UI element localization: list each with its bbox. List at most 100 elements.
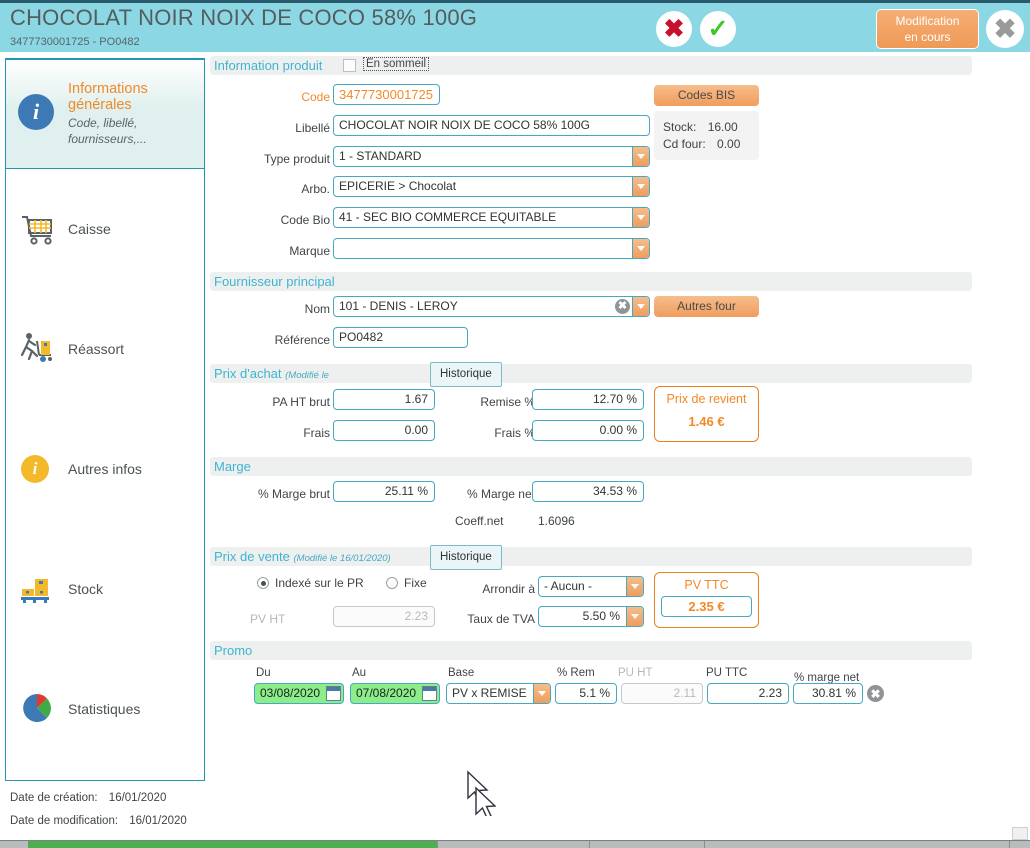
tva-select[interactable]: 5.50 % — [538, 606, 644, 627]
sidebar-item-autres-infos[interactable]: i Autres infos — [6, 409, 204, 529]
window-header: CHOCOLAT NOIR NOIX DE COCO 58% 100G 3477… — [0, 0, 1030, 52]
remise-input[interactable]: 12.70 % — [532, 389, 644, 410]
creation-date-row: Date de création: 16/01/2020 — [10, 792, 187, 804]
radio-fixe[interactable]: Fixe — [386, 576, 427, 590]
historique-achat-button[interactable]: Historique — [430, 362, 502, 387]
arrondir-select[interactable]: - Aucun - — [538, 576, 644, 597]
chevron-down-icon[interactable] — [632, 147, 649, 166]
radio-dot-icon — [257, 577, 269, 589]
arbo-select[interactable]: EPICERIE > Chocolat — [333, 176, 650, 197]
marge-brut-input[interactable]: 25.11 % — [333, 481, 435, 502]
section-modif-note: (Modifié le — [285, 370, 329, 381]
marque-select[interactable] — [333, 238, 650, 259]
promo-pu-ttc-input[interactable]: 2.23 — [707, 683, 789, 704]
info-circle-icon: i — [18, 449, 58, 489]
chevron-down-icon[interactable] — [533, 684, 550, 703]
type-produit-select[interactable]: 1 - STANDARD — [333, 146, 650, 167]
fournisseur-reference-label: Référence — [274, 333, 330, 347]
pa-ht-brut-input[interactable]: 1.67 — [333, 389, 435, 410]
chevron-down-icon[interactable] — [626, 607, 643, 626]
taskbar-segment[interactable] — [590, 841, 705, 848]
code-bio-select[interactable]: 41 - SEC BIO COMMERCE EQUITABLE — [333, 207, 650, 228]
stock-line: Stock: 16.00 — [663, 120, 750, 134]
chevron-down-icon[interactable] — [632, 177, 649, 196]
sidebar-item-reassort[interactable]: Réassort — [6, 289, 204, 409]
promo-base-select[interactable]: PV x REMISE — [446, 683, 551, 704]
section-fournisseur-principal: Fournisseur principal — [210, 272, 972, 291]
sidebar-item-caisse[interactable]: Caisse — [6, 169, 204, 289]
shopping-cart-icon — [18, 209, 58, 249]
promo-du-input[interactable]: 03/08/2020 — [254, 683, 344, 704]
frais-input[interactable]: 0.00 — [333, 420, 435, 441]
frais-pct-input[interactable]: 0.00 % — [532, 420, 644, 441]
autres-four-button[interactable]: Autres four — [654, 296, 759, 317]
tva-label: Taux de TVA — [467, 612, 535, 626]
promo-rem-input[interactable]: 5.1 % — [555, 683, 617, 704]
main-content: Information produit En sommeil Code 3477… — [210, 56, 1022, 756]
promo-du-value: 03/08/2020 — [260, 686, 321, 700]
status-badge[interactable]: Modification en cours — [876, 9, 979, 49]
chevron-down-icon[interactable] — [626, 577, 643, 596]
libelle-input[interactable]: CHOCOLAT NOIR NOIX DE COCO 58% 100G — [333, 115, 650, 136]
libelle-label: Libellé — [295, 121, 330, 135]
close-x-icon: ✖ — [993, 13, 1017, 44]
remise-label: Remise % — [480, 395, 535, 409]
delete-circle-icon[interactable]: ✖ — [867, 685, 884, 702]
taskbar-progress — [28, 841, 438, 848]
reject-button[interactable]: ✖ — [656, 11, 692, 47]
sidebar-item-sub1: Code, libellé, — [68, 116, 138, 130]
modification-date-label: Date de modification: — [10, 815, 119, 827]
pa-ht-brut-label: PA HT brut — [272, 395, 330, 409]
promo-au-input[interactable]: 07/08/2020 — [350, 683, 440, 704]
promo-au-value: 07/08/2020 — [356, 686, 417, 700]
stock-summary-box: Stock: 16.00 Cd four: 0.00 — [654, 111, 759, 160]
radio-fixe-label: Fixe — [404, 576, 427, 590]
fournisseur-reference-input[interactable]: PO0482 — [333, 327, 468, 348]
arbo-value: EPICERIE > Chocolat — [339, 179, 457, 193]
pv-ttc-title: PV TTC — [684, 578, 729, 592]
cd-four-line: Cd four: 0.00 — [663, 137, 750, 151]
tva-value: 5.50 % — [582, 609, 620, 623]
chevron-down-icon[interactable] — [632, 297, 649, 316]
calendar-icon[interactable] — [422, 686, 437, 701]
info-circle-icon: i — [18, 94, 58, 134]
cd-four-value: 0.00 — [717, 137, 741, 151]
promo-marge-net-input[interactable]: 30.81 % — [793, 683, 863, 704]
sidebar-item-stock[interactable]: Stock — [6, 529, 204, 649]
arrondir-label: Arrondir à — [482, 582, 535, 596]
close-button[interactable]: ✖ — [986, 10, 1024, 48]
historique-vente-button[interactable]: Historique — [430, 545, 502, 570]
section-title: Promo — [214, 643, 253, 658]
en-sommeil-checkbox[interactable] — [343, 59, 356, 72]
chevron-down-icon[interactable] — [632, 208, 649, 227]
taskbar-segment[interactable] — [705, 841, 1010, 848]
section-promo: Promo — [210, 641, 972, 660]
sidebar-item-statistiques[interactable]: Statistiques — [6, 649, 204, 769]
creation-date-value: 16/01/2020 — [108, 792, 167, 804]
section-marge: Marge — [210, 457, 972, 476]
validate-button[interactable]: ✓ — [700, 11, 736, 47]
chevron-down-icon[interactable] — [632, 239, 649, 258]
page-title: CHOCOLAT NOIR NOIX DE COCO 58% 100G — [10, 5, 478, 30]
clear-fournisseur-icon[interactable]: ✖ — [615, 299, 630, 314]
code-input[interactable]: 3477730001725 — [333, 84, 440, 105]
fournisseur-nom-select[interactable]: 101 - DENIS - LEROY — [333, 296, 650, 317]
codes-bis-button[interactable]: Codes BIS — [654, 85, 759, 106]
pv-ttc-box: PV TTC 2.35 € — [654, 572, 759, 628]
code-label: Code — [301, 90, 330, 104]
green-check-icon: ✓ — [707, 14, 729, 43]
marge-net-input[interactable]: 34.53 % — [532, 481, 644, 502]
pallet-boxes-icon — [18, 569, 58, 609]
sidebar-item-informations-generales[interactable]: i Informations générales Code, libellé, … — [6, 59, 204, 169]
coeff-net-value: 1.6096 — [538, 514, 575, 528]
promo-col-base: Base — [448, 667, 475, 679]
radio-indexe-sur-pr[interactable]: Indexé sur le PR — [257, 576, 364, 590]
promo-pu-ht-input: 2.11 — [621, 683, 703, 704]
promo-col-pu-ht: PU HT — [618, 667, 653, 679]
taskbar-segment[interactable] — [438, 841, 590, 848]
calendar-icon[interactable] — [326, 686, 341, 701]
type-produit-value: 1 - STANDARD — [339, 149, 422, 163]
cd-four-label: Cd four: — [663, 137, 706, 151]
resize-grip[interactable] — [1012, 827, 1028, 840]
pv-ttc-value: 2.35 € — [661, 596, 752, 617]
